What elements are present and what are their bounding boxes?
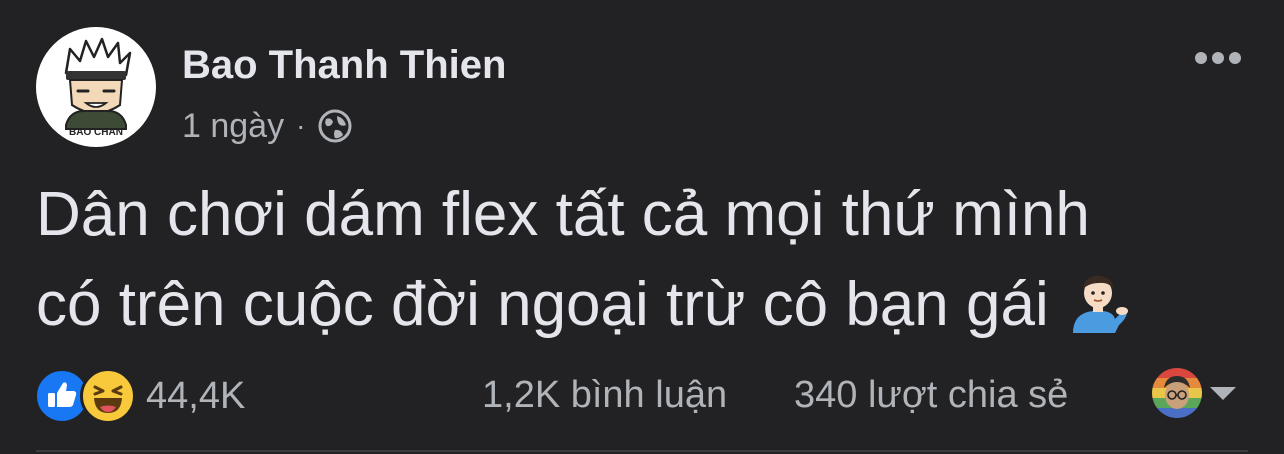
comments-count-link[interactable]: 1,2K bình luận bbox=[482, 374, 727, 417]
reactions-summary[interactable]: 44,4K bbox=[34, 368, 245, 424]
post-text-line: Dân chơi dám flex tất cả mọi thứ mình bbox=[36, 180, 1090, 249]
post-text-line: có trên cuộc đời ngoại trừ cô bạn gái bbox=[36, 270, 1049, 339]
author-avatar[interactable]: BAO CHAN bbox=[36, 27, 156, 147]
post-text-line-2: có trên cuộc đời ngoại trừ cô bạn gái bbox=[36, 260, 1246, 350]
post-timestamp[interactable]: 1 ngày bbox=[182, 107, 284, 146]
post-text: Dân chơi dám flex tất cả mọi thứ mình có… bbox=[36, 170, 1246, 350]
globe-icon[interactable] bbox=[317, 108, 353, 144]
reaction-count: 44,4K bbox=[146, 374, 246, 417]
haha-icon bbox=[80, 368, 136, 424]
viewer-avatar[interactable] bbox=[1152, 368, 1202, 418]
author-name[interactable]: Bao Thanh Thien bbox=[182, 43, 506, 88]
more-options-button[interactable] bbox=[1188, 40, 1248, 76]
more-dot bbox=[1212, 52, 1224, 64]
shares-count-link[interactable]: 340 lượt chia sẻ bbox=[794, 374, 1068, 417]
avatar-caption: BAO CHAN bbox=[69, 127, 123, 138]
person-tipping-hand-emoji bbox=[1063, 269, 1129, 335]
meta-separator: · bbox=[296, 110, 306, 141]
more-dot bbox=[1229, 52, 1241, 64]
more-dot bbox=[1195, 52, 1207, 64]
footer-divider bbox=[36, 450, 1248, 452]
caret-down-icon[interactable] bbox=[1210, 387, 1236, 400]
cartoon-avatar-icon: BAO CHAN bbox=[64, 37, 132, 138]
post-meta: 1 ngày · bbox=[182, 106, 353, 146]
